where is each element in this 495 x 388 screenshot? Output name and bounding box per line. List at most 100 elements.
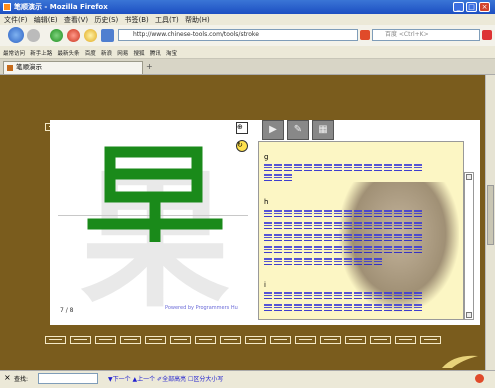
character-link[interactable] <box>364 304 372 311</box>
character-link[interactable] <box>334 222 342 229</box>
character-link[interactable] <box>314 292 322 299</box>
character-link[interactable] <box>314 304 322 311</box>
character-link[interactable] <box>264 258 272 265</box>
character-link[interactable] <box>344 304 352 311</box>
character-link[interactable] <box>414 222 422 229</box>
status-addon-icon[interactable] <box>475 374 484 383</box>
address-bar[interactable]: http://www.chinese-tools.com/tools/strok… <box>118 29 358 41</box>
character-link[interactable] <box>284 210 292 217</box>
character-link[interactable] <box>344 292 352 299</box>
character-link[interactable] <box>314 164 322 171</box>
character-link[interactable] <box>404 292 412 299</box>
character-link[interactable] <box>294 258 302 265</box>
character-link[interactable] <box>344 258 352 265</box>
character-link[interactable] <box>394 210 402 217</box>
menu-file[interactable]: 文件(F) <box>4 15 28 25</box>
character-link[interactable] <box>344 164 352 171</box>
find-close-button[interactable]: × <box>4 373 11 382</box>
step-button[interactable]: ✎ <box>287 120 309 140</box>
character-link[interactable] <box>394 246 402 253</box>
character-link[interactable] <box>324 164 332 171</box>
character-link[interactable] <box>364 210 372 217</box>
new-tab-button[interactable]: + <box>146 62 153 71</box>
character-link[interactable] <box>274 174 282 181</box>
character-link[interactable] <box>364 234 372 241</box>
character-link[interactable] <box>324 234 332 241</box>
list-row[interactable] <box>264 210 454 217</box>
character-link[interactable] <box>324 246 332 253</box>
character-link[interactable] <box>264 246 272 253</box>
character-link[interactable] <box>304 222 312 229</box>
character-link[interactable] <box>294 246 302 253</box>
character-link[interactable] <box>354 164 362 171</box>
bookmark-item[interactable]: 腾讯 <box>150 49 161 57</box>
character-link[interactable] <box>274 234 282 241</box>
character-link[interactable] <box>414 304 422 311</box>
character-link[interactable] <box>404 234 412 241</box>
bookmark-item[interactable]: 最新头条 <box>58 49 80 57</box>
character-link[interactable] <box>374 210 382 217</box>
bookmark-item[interactable]: 新浪 <box>101 49 112 57</box>
bookmark-star-icon[interactable] <box>101 29 114 42</box>
character-link[interactable] <box>394 222 402 229</box>
character-link[interactable] <box>414 292 422 299</box>
character-link[interactable] <box>274 164 282 171</box>
menu-edit[interactable]: 编辑(E) <box>34 15 58 25</box>
character-link[interactable] <box>304 164 312 171</box>
character-link[interactable] <box>374 164 382 171</box>
character-link[interactable] <box>264 174 272 181</box>
reset-tool-icon[interactable]: ↻ <box>236 140 248 152</box>
bookmark-item[interactable]: 网易 <box>117 49 128 57</box>
play-button[interactable]: ▶ <box>262 120 284 140</box>
find-input[interactable] <box>38 373 98 384</box>
character-link[interactable] <box>294 164 302 171</box>
character-link[interactable] <box>334 292 342 299</box>
character-link[interactable] <box>364 164 372 171</box>
bookmark-item[interactable]: 百度 <box>85 49 96 57</box>
character-link[interactable] <box>384 292 392 299</box>
character-link[interactable] <box>284 234 292 241</box>
character-link[interactable] <box>354 234 362 241</box>
character-link[interactable] <box>264 222 272 229</box>
character-link[interactable] <box>284 304 292 311</box>
character-link[interactable] <box>334 304 342 311</box>
character-link[interactable] <box>284 174 292 181</box>
list-scrollbar[interactable] <box>464 172 474 320</box>
character-link[interactable] <box>334 234 342 241</box>
character-link[interactable] <box>414 210 422 217</box>
list-row[interactable] <box>264 292 454 299</box>
character-link[interactable] <box>314 210 322 217</box>
character-link[interactable] <box>294 234 302 241</box>
menu-help[interactable]: 帮助(H) <box>185 15 210 25</box>
grid-toggle-button[interactable]: ▦ <box>312 120 334 140</box>
character-link[interactable] <box>264 292 272 299</box>
character-link[interactable] <box>284 258 292 265</box>
character-link[interactable] <box>274 222 282 229</box>
list-row[interactable] <box>264 258 454 265</box>
character-link[interactable] <box>334 258 342 265</box>
character-link[interactable] <box>304 292 312 299</box>
character-link[interactable] <box>284 292 292 299</box>
character-link[interactable] <box>344 222 352 229</box>
character-link[interactable] <box>294 304 302 311</box>
stop-icon[interactable] <box>67 29 80 42</box>
character-link[interactable] <box>264 210 272 217</box>
menu-history[interactable]: 历史(S) <box>94 15 118 25</box>
minimize-button[interactable]: _ <box>453 2 464 12</box>
character-link[interactable] <box>364 246 372 253</box>
character-link[interactable] <box>294 222 302 229</box>
character-link[interactable] <box>324 292 332 299</box>
character-link[interactable] <box>404 222 412 229</box>
character-link[interactable] <box>374 234 382 241</box>
character-link[interactable] <box>304 210 312 217</box>
character-link[interactable] <box>364 258 372 265</box>
list-row[interactable] <box>264 222 454 229</box>
character-link[interactable] <box>264 164 272 171</box>
character-link[interactable] <box>374 246 382 253</box>
addon-icon[interactable] <box>482 30 492 40</box>
character-link[interactable] <box>394 304 402 311</box>
character-link[interactable] <box>314 258 322 265</box>
character-link[interactable] <box>284 164 292 171</box>
character-link[interactable] <box>354 222 362 229</box>
character-link[interactable] <box>264 234 272 241</box>
